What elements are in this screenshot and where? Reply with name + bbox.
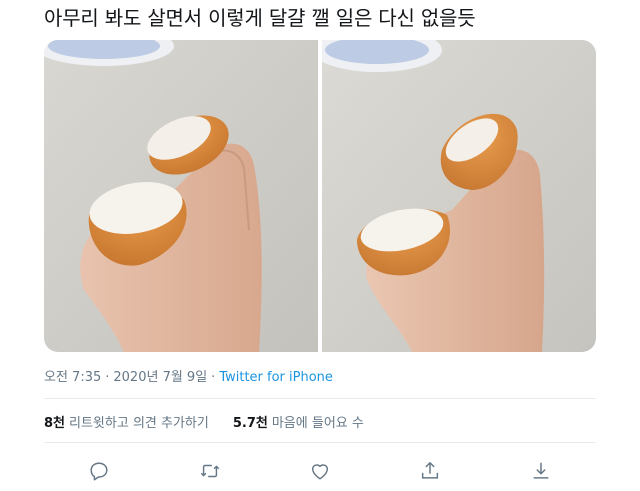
heart-icon	[311, 464, 329, 480]
download-icon	[533, 462, 549, 479]
photo-grid	[44, 40, 596, 352]
tweet-photo-2[interactable]	[322, 40, 596, 352]
share-icon	[422, 462, 439, 479]
likes-stat[interactable]: 5.7천 마음에 들어요 수	[233, 412, 364, 431]
tweet-stats: 8천 리트윗하고 의견 추가하기 5.7천 마음에 들어요 수	[44, 412, 364, 431]
retweets-stat[interactable]: 8천 리트윗하고 의견 추가하기	[44, 412, 209, 431]
tweet-text: 아무리 봐도 살면서 이렇게 달걀 깰 일은 다신 없을듯	[44, 6, 476, 30]
eggshell-photo-left	[44, 40, 318, 352]
share-button[interactable]	[413, 456, 447, 486]
eggshell-photo-right	[322, 40, 596, 352]
tweet-date[interactable]: 2020년 7월 9일	[113, 370, 207, 385]
retweets-count: 8천	[44, 416, 66, 431]
tweet-meta: 오전 7:35 · 2020년 7월 9일 · Twitter for iPhone	[44, 366, 333, 385]
reply-icon	[90, 462, 108, 481]
download-button[interactable]	[524, 456, 558, 486]
meta-separator-2: ·	[211, 370, 216, 385]
tweet-source-link[interactable]: Twitter for iPhone	[219, 370, 333, 385]
retweets-label: 리트윗하고 의견 추가하기	[69, 416, 209, 431]
retweet-button[interactable]	[193, 456, 227, 486]
divider-bottom	[44, 442, 596, 443]
tweet-time: 오전 7:35	[44, 370, 102, 385]
likes-label: 마음에 들어요 수	[271, 416, 364, 431]
tweet-photo-1[interactable]	[44, 40, 318, 352]
meta-separator: ·	[105, 370, 110, 385]
tweet-actions	[44, 456, 596, 486]
likes-count: 5.7천	[232, 416, 268, 431]
like-button[interactable]	[303, 456, 337, 486]
reply-button[interactable]	[82, 456, 116, 486]
divider-top	[44, 398, 596, 399]
retweet-icon	[200, 464, 219, 478]
